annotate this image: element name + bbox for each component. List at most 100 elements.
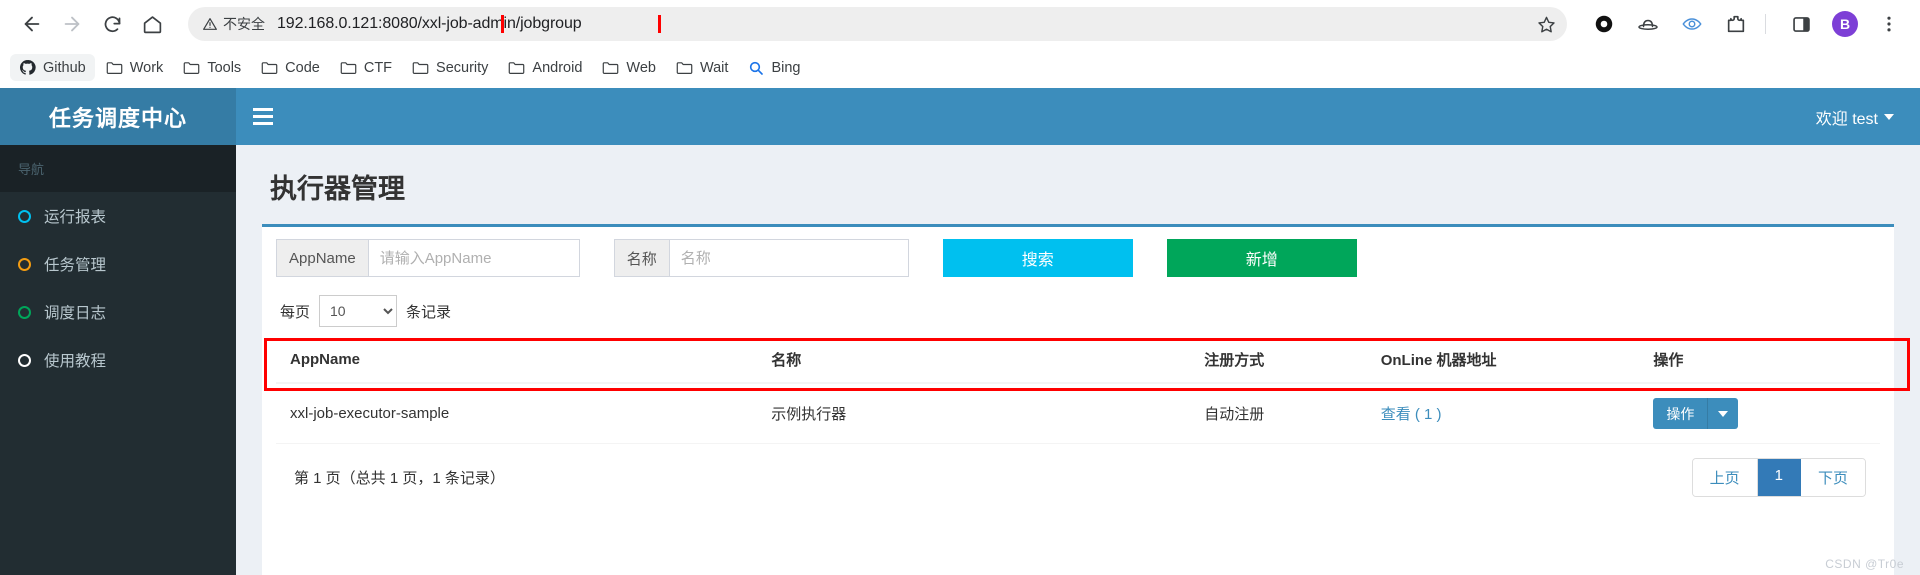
- bookmark-label: Code: [285, 59, 320, 76]
- sidebar-section-header: 导航: [0, 145, 236, 192]
- sidebar-item-label: 运行报表: [44, 209, 107, 226]
- circle-icon: [18, 305, 31, 319]
- pagination-prev[interactable]: 上页: [1692, 459, 1758, 496]
- xxl-job-admin-app: 任务调度中心 欢迎 test 导航 运行报表 任务管理 调度日志 使用教程 执行…: [0, 88, 1920, 575]
- pagination-next[interactable]: 下页: [1800, 459, 1865, 496]
- extension-icon[interactable]: [1719, 7, 1753, 41]
- appname-input-group: AppName: [276, 239, 580, 277]
- reload-button[interactable]: [94, 6, 130, 42]
- folder-icon: [340, 60, 357, 75]
- appname-label: AppName: [276, 239, 368, 277]
- sidebar-item-label: 调度日志: [44, 305, 107, 322]
- bookmark-label: CTF: [363, 59, 393, 76]
- sidebar-item-run-report[interactable]: 运行报表: [0, 192, 236, 240]
- user-menu[interactable]: 欢迎 test: [1816, 105, 1894, 129]
- welcome-label: 欢迎 test: [1815, 110, 1878, 128]
- pagination: 上页 1 下页: [1691, 458, 1866, 497]
- security-indicator[interactable]: 不安全: [202, 14, 277, 34]
- view-online-machines-link[interactable]: 查看 ( 1 ): [1381, 406, 1442, 423]
- url-text-wrap[interactable]: 192.168.0.121:8080/xxl-job-admin/jobgrou…: [277, 15, 1531, 33]
- table-body: xxl-job-executor-sample 示例执行器 自动注册 查看 ( …: [276, 383, 1880, 444]
- th-name[interactable]: 名称: [757, 337, 1191, 384]
- th-register[interactable]: 注册方式: [1190, 337, 1367, 384]
- operation-split-button[interactable]: 操作: [1653, 398, 1739, 429]
- circle-icon: [18, 257, 31, 271]
- folder-icon: [261, 60, 278, 75]
- home-button[interactable]: [134, 6, 170, 42]
- folder-icon: [106, 60, 123, 75]
- bookmark-security[interactable]: Security: [403, 55, 497, 81]
- bookmark-github[interactable]: Github: [10, 54, 95, 81]
- bookmark-tools[interactable]: Tools: [174, 55, 250, 81]
- sidebar-item-label: 任务管理: [44, 257, 107, 274]
- three-dot-menu-icon[interactable]: [1872, 7, 1906, 41]
- avatar-initial: B: [1832, 11, 1858, 37]
- page-length-control: 每页 10 20 50 100 条记录: [276, 289, 1880, 337]
- pagination-page-1[interactable]: 1: [1757, 459, 1801, 496]
- pagination-info: 第 1 页（总共 1 页，1 条记录）: [294, 470, 505, 487]
- chevron-down-icon: [1718, 410, 1729, 417]
- bookmark-ctf[interactable]: CTF: [331, 55, 401, 81]
- search-icon: [748, 60, 764, 76]
- th-appname[interactable]: AppName: [276, 337, 758, 384]
- search-form: AppName 名称 搜索 新增: [262, 227, 1894, 289]
- profile-avatar[interactable]: B: [1828, 7, 1862, 41]
- bookmark-label: Bing: [771, 59, 801, 76]
- address-bar[interactable]: 不安全 192.168.0.121:8080/xxl-job-admin/job…: [188, 7, 1567, 41]
- forward-button[interactable]: [54, 6, 90, 42]
- bookmark-bing[interactable]: Bing: [739, 55, 809, 81]
- sidebar-toggle-icon[interactable]: [236, 88, 290, 145]
- table-row[interactable]: xxl-job-executor-sample 示例执行器 自动注册 查看 ( …: [276, 383, 1880, 444]
- th-online-address[interactable]: OnLine 机器地址: [1366, 337, 1640, 384]
- bookmark-code[interactable]: Code: [252, 55, 329, 81]
- bookmark-label: Tools: [207, 59, 242, 76]
- circle-icon: [18, 353, 31, 367]
- table-head: AppName 名称 注册方式 OnLine 机器地址 操作: [276, 337, 1880, 384]
- back-button[interactable]: [14, 6, 50, 42]
- executor-table: AppName 名称 注册方式 OnLine 机器地址 操作 xxl-job-e…: [276, 337, 1880, 444]
- bookmark-label: Web: [626, 59, 656, 76]
- add-button[interactable]: 新增: [1166, 239, 1357, 277]
- cell-name: 示例执行器: [757, 383, 1191, 444]
- sidebar-item-tutorial[interactable]: 使用教程: [0, 336, 236, 384]
- bookmark-android[interactable]: Android: [499, 55, 591, 81]
- github-icon: [19, 59, 36, 76]
- eye-icon[interactable]: [1675, 7, 1709, 41]
- th-operation[interactable]: 操作: [1639, 337, 1880, 384]
- bookmark-label: Android: [532, 59, 583, 76]
- bookmarks-bar: Github Work Tools Code CTF Security Andr…: [0, 48, 1920, 88]
- cell-register: 自动注册: [1190, 383, 1367, 444]
- panel-body: 每页 10 20 50 100 条记录 AppName: [262, 289, 1894, 517]
- page-length-suffix: 条记录: [406, 303, 452, 321]
- bookmark-wait[interactable]: Wait: [667, 55, 737, 81]
- bookmark-star-icon[interactable]: [1531, 9, 1561, 39]
- page-length-prefix: 每页: [280, 303, 311, 321]
- cell-operation: 操作: [1639, 383, 1880, 444]
- operation-dropdown-toggle[interactable]: [1708, 398, 1739, 429]
- sidebar-item-schedule-log[interactable]: 调度日志: [0, 288, 236, 336]
- app-header: 任务调度中心 欢迎 test: [0, 88, 1920, 145]
- app-body: 导航 运行报表 任务管理 调度日志 使用教程 执行器管理 AppName 请输入…: [0, 145, 1920, 575]
- content-area: 执行器管理 AppName 名称 搜索 新增: [236, 145, 1920, 575]
- operation-button-label[interactable]: 操作: [1653, 398, 1709, 429]
- ring-icon[interactable]: [1587, 7, 1621, 41]
- bookmark-work[interactable]: Work: [97, 55, 173, 81]
- app-logo[interactable]: 任务调度中心: [0, 88, 236, 145]
- security-label: 不安全: [223, 16, 265, 32]
- name-input-group: 名称: [613, 239, 909, 277]
- table-footer: 第 1 页（总共 1 页，1 条记录） 上页 1 下页: [276, 444, 1880, 507]
- folder-icon: [412, 60, 429, 75]
- name-input[interactable]: [668, 239, 909, 277]
- chevron-down-icon: [1884, 113, 1894, 120]
- folder-icon: [508, 60, 525, 75]
- appname-input[interactable]: [367, 239, 580, 277]
- page-title: 执行器管理: [270, 174, 405, 204]
- hat-icon[interactable]: [1631, 7, 1665, 41]
- bookmark-web[interactable]: Web: [593, 55, 665, 81]
- sidepanel-icon[interactable]: [1784, 7, 1818, 41]
- sidebar-item-job-manage[interactable]: 任务管理: [0, 240, 236, 288]
- page-length-select[interactable]: 10 20 50 100: [319, 295, 398, 327]
- search-button[interactable]: 搜索: [942, 239, 1133, 277]
- watermark: CSDN @Tr0e: [1825, 557, 1904, 571]
- circle-icon: [18, 209, 31, 223]
